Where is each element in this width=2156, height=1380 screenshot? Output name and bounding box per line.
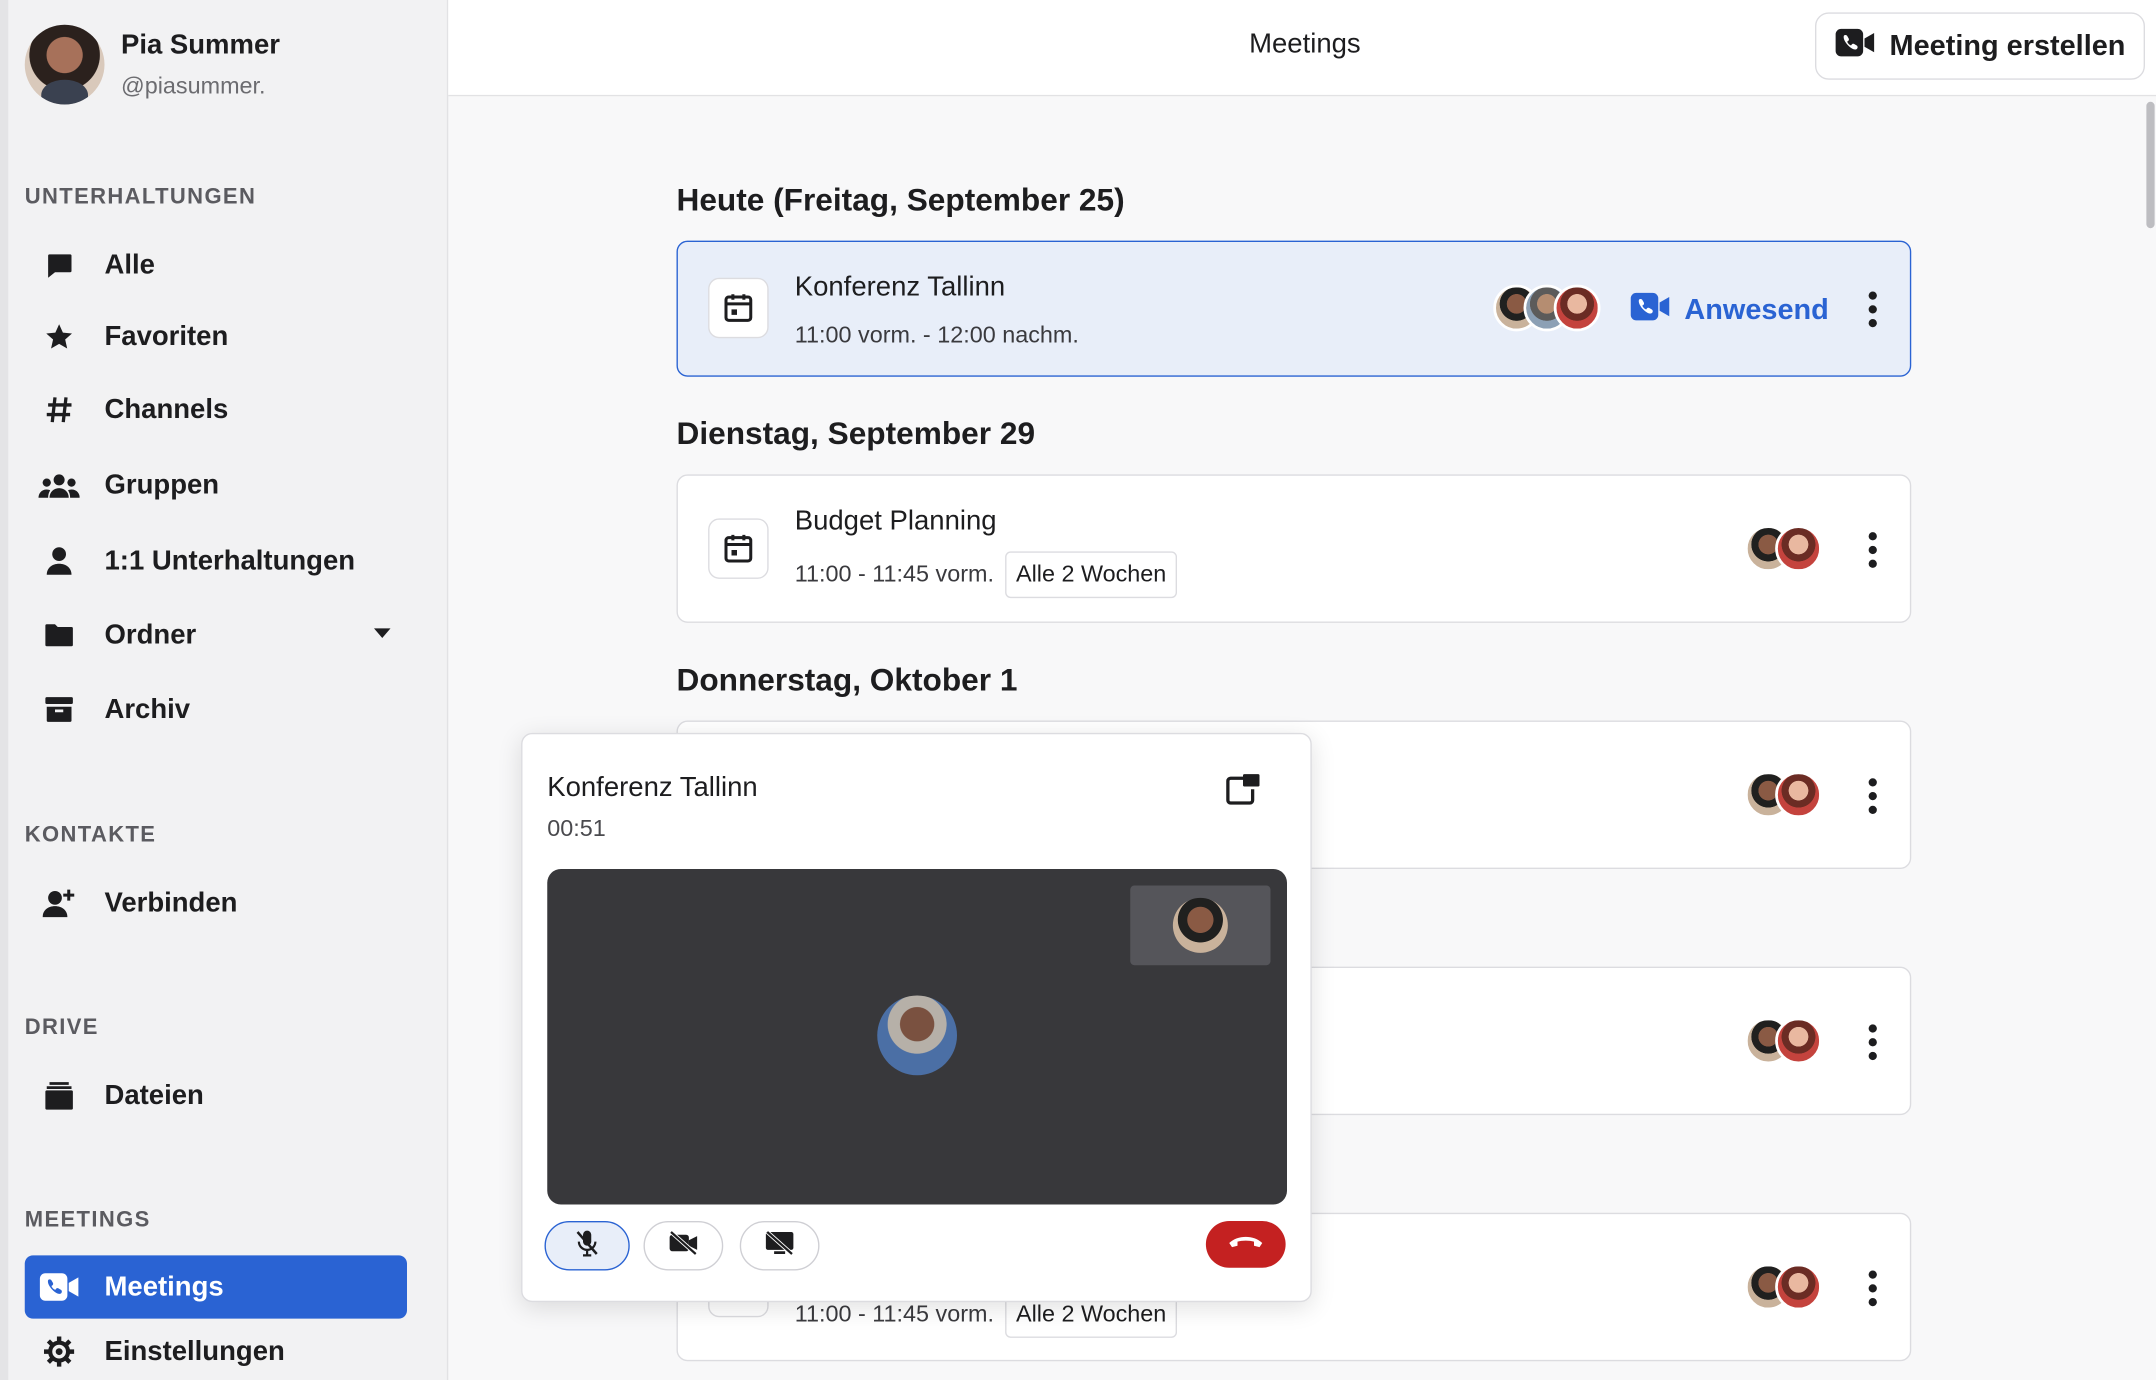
participant-avatars[interactable] [1744, 771, 1822, 819]
sidebar-item-label: Dateien [104, 1080, 204, 1111]
folder-icon [25, 622, 94, 650]
call-popup[interactable]: Konferenz Tallinn 00:51 [521, 732, 1312, 1303]
gear-icon [25, 1336, 94, 1367]
video-call-icon [1835, 28, 1876, 65]
avatar [1553, 284, 1601, 332]
top-header: Meetings Meeting erstellen [448, 0, 2156, 97]
add-person-icon [25, 888, 94, 918]
person-icon [25, 546, 94, 576]
sidebar-item-one-on-one[interactable]: 1:1 Unterhaltungen [25, 529, 407, 592]
sidebar-item-label: Verbinden [104, 887, 238, 918]
hash-icon [25, 395, 94, 425]
sidebar-item-label: Gruppen [104, 469, 220, 500]
avatar[interactable] [24, 24, 105, 105]
day-heading: Donnerstag, Oktober 1 [676, 661, 1018, 698]
archive-icon [25, 694, 94, 724]
more-options-icon[interactable] [1868, 291, 1877, 328]
sidebar-item-archiv[interactable]: Archiv [25, 678, 407, 741]
create-meeting-button[interactable]: Meeting erstellen [1815, 12, 2145, 80]
day-heading: Dienstag, September 29 [676, 415, 1036, 451]
section-title-drive: DRIVE [24, 1016, 99, 1040]
participant-avatars[interactable] [1744, 1017, 1822, 1065]
video-area[interactable] [547, 869, 1287, 1205]
profile-handle: @piasummer. [121, 72, 266, 99]
call-title: Konferenz Tallinn [547, 772, 758, 803]
avatar [1775, 1017, 1822, 1065]
avatar [1775, 525, 1822, 572]
sidebar-item-favoriten[interactable]: Favoriten [25, 305, 407, 368]
files-icon [25, 1081, 94, 1111]
sidebar-edge [0, 0, 9, 1380]
star-icon [25, 322, 94, 352]
phone-hangup-icon [1228, 1232, 1264, 1257]
sidebar-item-label: 1:1 Unterhaltungen [104, 545, 356, 576]
user-profile[interactable]: Pia Summer @piasummer. [24, 24, 280, 105]
participant-avatars[interactable] [1744, 525, 1822, 572]
sidebar-item-ordner[interactable]: Ordner [25, 604, 407, 667]
sidebar-item-gruppen[interactable]: Gruppen [25, 454, 407, 517]
meeting-time-text: 11:00 - 11:45 vorm. [794, 561, 994, 588]
group-icon [25, 472, 94, 500]
sidebar-item-label: Channels [104, 393, 229, 425]
more-options-icon[interactable] [1868, 778, 1877, 814]
section-title-meetings: MEETINGS [24, 1208, 151, 1232]
sidebar-item-einstellungen[interactable]: Einstellungen [25, 1320, 407, 1380]
meeting-time-text: 11:00 vorm. - 12:00 nachm. [794, 321, 1079, 348]
attend-label: Anwesend [1684, 294, 1829, 326]
video-call-icon [1629, 292, 1670, 331]
camera-off-icon [668, 1229, 698, 1262]
meeting-time: 11:00 - 11:45 vorm. Alle 2 Wochen [794, 551, 1178, 599]
meeting-card[interactable]: Konferenz Tallinn 11:00 vorm. - 12:00 na… [676, 240, 1912, 377]
mute-microphone-button[interactable] [544, 1221, 630, 1271]
microphone-off-icon [575, 1229, 600, 1263]
screen-share-off-icon [765, 1229, 795, 1262]
sidebar-item-label: Alle [104, 249, 155, 280]
sidebar-item-verbinden[interactable]: Verbinden [25, 872, 407, 935]
sidebar-item-alle[interactable]: Alle [25, 234, 407, 297]
sidebar-item-dateien[interactable]: Dateien [25, 1064, 407, 1127]
more-options-icon[interactable] [1868, 532, 1877, 568]
video-call-icon [25, 1272, 94, 1302]
sidebar-item-label: Favoriten [104, 321, 229, 352]
section-title-conversations: UNTERHALTUNGEN [24, 185, 257, 209]
remote-participant-avatar [877, 995, 957, 1076]
participant-avatars[interactable] [1493, 284, 1601, 332]
profile-name: Pia Summer [121, 29, 280, 60]
sidebar-item-label: Archiv [104, 693, 191, 724]
create-meeting-label: Meeting erstellen [1889, 29, 2126, 62]
section-title-contacts: KONTAKTE [24, 823, 157, 847]
sidebar-item-label: Einstellungen [104, 1335, 285, 1367]
hang-up-button[interactable] [1205, 1221, 1286, 1268]
meeting-time-text: 11:00 - 11:45 vorm. [794, 1300, 994, 1327]
participant-avatars[interactable] [1744, 1263, 1822, 1311]
sidebar-item-label: Meetings [104, 1271, 224, 1302]
avatar [1172, 897, 1228, 953]
chevron-down-icon[interactable] [374, 628, 391, 638]
more-options-icon[interactable] [1868, 1270, 1877, 1307]
attend-button[interactable]: Anwesend [1629, 292, 1829, 331]
avatar [1775, 771, 1822, 819]
scrollbar[interactable] [2145, 96, 2156, 1380]
self-view[interactable] [1130, 885, 1271, 966]
more-options-icon[interactable] [1868, 1024, 1877, 1061]
day-heading: Heute (Freitag, September 25) [676, 181, 1125, 218]
sidebar: Pia Summer @piasummer. UNTERHALTUNGEN Al… [0, 0, 449, 1380]
popout-icon[interactable] [1225, 773, 1261, 813]
calendar-icon [708, 277, 769, 339]
avatar [1775, 1263, 1822, 1311]
scrollbar-thumb[interactable] [2146, 101, 2155, 229]
calendar-icon [708, 518, 769, 579]
meeting-title: Konferenz Tallinn [794, 272, 1006, 303]
sidebar-item-meetings[interactable]: Meetings [24, 1255, 407, 1319]
meeting-title: Budget Planning [794, 506, 997, 537]
meeting-time: 11:00 vorm. - 12:00 nachm. [795, 322, 1079, 350]
sidebar-item-channels[interactable]: Channels [25, 378, 407, 441]
meeting-card[interactable]: Budget Planning 11:00 - 11:45 vorm. Alle… [676, 474, 1912, 623]
call-timer: 00:51 [547, 815, 606, 842]
recurrence-badge: Alle 2 Wochen [1004, 551, 1178, 599]
sidebar-item-label: Ordner [104, 619, 197, 650]
screen-share-button[interactable] [739, 1221, 820, 1271]
camera-off-button[interactable] [643, 1221, 724, 1271]
chat-bubble-icon [25, 250, 94, 280]
